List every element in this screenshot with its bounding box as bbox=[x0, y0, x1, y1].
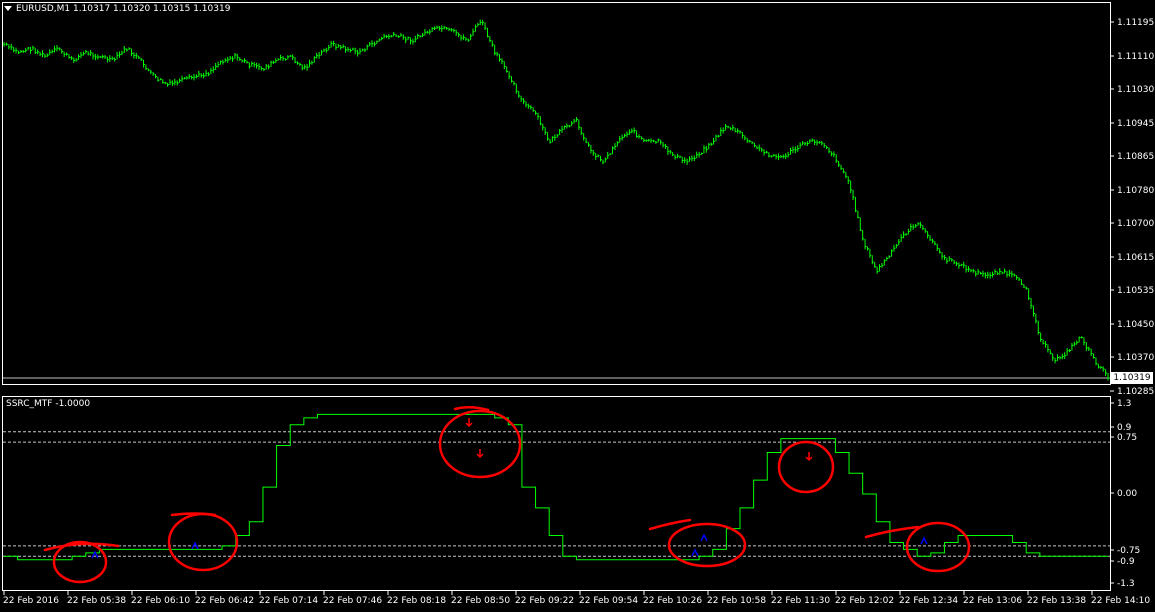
time-label: 22 Feb 08:18 bbox=[387, 596, 447, 606]
annotation-stroke bbox=[453, 406, 490, 412]
indicator-level-label: -0.9 bbox=[1117, 557, 1135, 567]
chart-canvas[interactable] bbox=[0, 0, 1155, 612]
buy-arrow-icon bbox=[700, 533, 708, 542]
price-label: 1.10450 bbox=[1117, 320, 1155, 330]
price-label: 1.11195 bbox=[1117, 18, 1155, 28]
time-label: 22 Feb 08:50 bbox=[451, 596, 511, 606]
price-label: 1.10370 bbox=[1117, 353, 1155, 363]
axis-ticks bbox=[3, 21, 1114, 595]
indicator-level-label: 0.00 bbox=[1117, 489, 1138, 499]
time-label: 22 Feb 06:10 bbox=[131, 596, 191, 606]
time-label: 22 Feb 07:14 bbox=[259, 596, 319, 606]
time-label: 22 Feb 06:42 bbox=[195, 596, 255, 606]
annotation-circle bbox=[52, 540, 108, 584]
price-label: 1.10535 bbox=[1117, 286, 1155, 296]
annotation-circle bbox=[667, 522, 747, 568]
indicator-frame bbox=[2, 396, 1111, 591]
indicator-level-label: 0.75 bbox=[1117, 433, 1138, 443]
indicator-level-label: 0.9 bbox=[1117, 423, 1132, 433]
buy-arrow-icon bbox=[920, 536, 928, 545]
time-label: 22 Feb 12:34 bbox=[899, 596, 959, 606]
annotation-circle bbox=[438, 409, 522, 479]
time-label: 22 Feb 12:02 bbox=[835, 596, 895, 606]
indicator-level-label: 1.3 bbox=[1117, 399, 1132, 409]
price-label: 1.10285 bbox=[1117, 387, 1155, 397]
indicator-title: SSRC_MTF -1.0000 bbox=[6, 399, 91, 409]
price-label: 1.10865 bbox=[1117, 152, 1155, 162]
annotation-circles bbox=[43, 406, 971, 584]
time-label: 22 Feb 11:30 bbox=[771, 596, 831, 606]
time-label: 22 Feb 05:38 bbox=[67, 596, 127, 606]
price-label: 1.11030 bbox=[1117, 85, 1155, 95]
current-price-badge: 1.10319 bbox=[1111, 372, 1153, 384]
time-label: 22 Feb 09:22 bbox=[515, 596, 575, 606]
dropdown-triangle-icon[interactable] bbox=[4, 6, 12, 11]
indicator-level-label: -1.3 bbox=[1117, 579, 1135, 589]
main-chart-frame bbox=[2, 2, 1111, 385]
price-label: 1.10780 bbox=[1117, 186, 1155, 196]
price-label: 1.10945 bbox=[1117, 119, 1155, 129]
time-label: 22 Feb 10:58 bbox=[707, 596, 767, 606]
symbol-header[interactable]: EURUSD,M1 1.10317 1.10320 1.10315 1.1031… bbox=[4, 4, 230, 15]
time-label: 22 Feb 13:38 bbox=[1027, 596, 1087, 606]
price-label: 1.10615 bbox=[1117, 253, 1155, 263]
time-label: 22 Feb 14:10 bbox=[1091, 596, 1151, 606]
time-label: 22 Feb 13:06 bbox=[963, 596, 1023, 606]
price-label: 1.11110 bbox=[1117, 52, 1155, 62]
annotation-circle bbox=[905, 521, 971, 573]
annotation-circle bbox=[777, 440, 835, 494]
time-label: 22 Feb 07:46 bbox=[323, 596, 383, 606]
time-label: 22 Feb 2016 bbox=[3, 596, 60, 606]
price-candles bbox=[3, 19, 1110, 381]
annotation-circle bbox=[167, 512, 239, 572]
time-label: 22 Feb 10:26 bbox=[643, 596, 703, 606]
indicator-level-label: -0.75 bbox=[1117, 546, 1141, 556]
symbol-header-text: EURUSD,M1 1.10317 1.10320 1.10315 1.1031… bbox=[16, 4, 231, 14]
price-label: 1.10700 bbox=[1117, 219, 1155, 229]
time-label: 22 Feb 09:54 bbox=[579, 596, 639, 606]
buy-arrow-icon bbox=[691, 548, 699, 557]
